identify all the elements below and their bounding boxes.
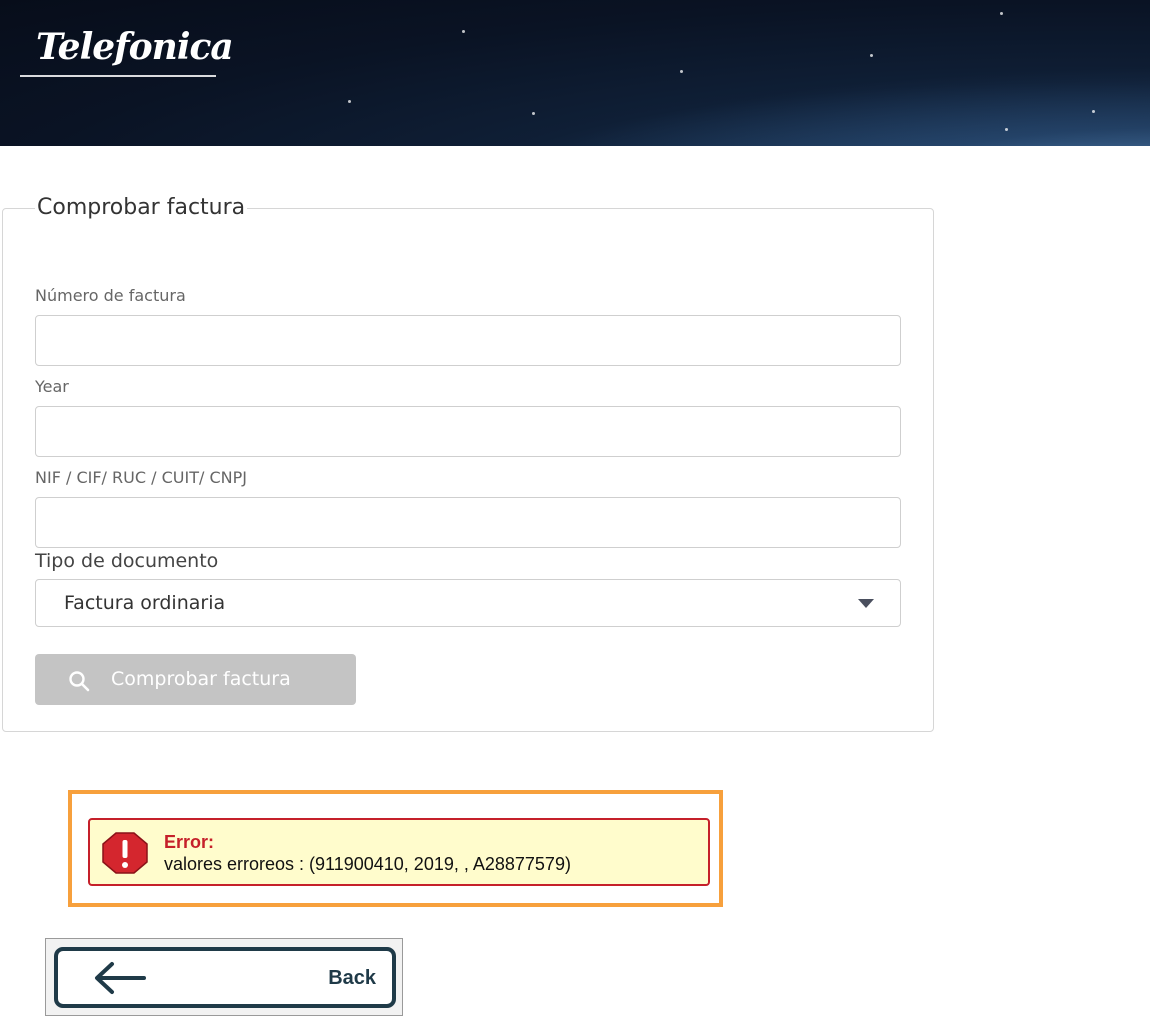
back-button[interactable]: Back — [54, 947, 396, 1008]
banner-star — [1000, 12, 1003, 15]
error-message: valores erroreos : (911900410, 2019, , A… — [164, 854, 571, 874]
year-input[interactable] — [35, 406, 901, 457]
error-stop-icon — [102, 832, 148, 874]
year-label: Year — [35, 377, 69, 396]
banner-star — [1005, 128, 1008, 131]
invoice-number-label: Número de factura — [35, 286, 186, 305]
logo-underline — [20, 75, 216, 77]
banner-star — [532, 112, 535, 115]
back-button-label: Back — [328, 967, 376, 989]
chevron-down-icon — [858, 599, 874, 608]
error-title: Error: — [164, 832, 215, 852]
document-type-label: Tipo de documento — [35, 550, 219, 572]
check-invoice-button[interactable]: Comprobar factura — [35, 654, 356, 705]
search-icon — [69, 671, 90, 692]
tax-id-label: NIF / CIF/ RUC / CUIT/ CNPJ — [35, 468, 247, 487]
check-invoice-button-label: Comprobar factura — [111, 668, 291, 690]
back-button-frame: Back — [45, 938, 403, 1016]
document-type-select[interactable]: Factura ordinaria — [35, 579, 901, 627]
header-banner: Telefonica — [0, 0, 1150, 146]
banner-star — [870, 54, 873, 57]
banner-star — [1092, 110, 1095, 113]
tax-id-input[interactable] — [35, 497, 901, 548]
panel-title: Comprobar factura — [35, 195, 248, 220]
arrow-left-icon — [95, 962, 146, 994]
banner-star — [348, 100, 351, 103]
invoice-check-panel: Comprobar factura Número de factura Year… — [2, 195, 934, 732]
document-type-value: Factura ordinaria — [64, 592, 226, 614]
banner-star — [680, 70, 683, 73]
error-message-box: Error: valores erroreos : (911900410, 20… — [88, 818, 710, 886]
telefonica-logo[interactable]: Telefonica — [36, 26, 234, 68]
banner-light-streak — [510, 66, 1150, 146]
banner-star — [462, 30, 465, 33]
invoice-number-input[interactable] — [35, 315, 901, 366]
